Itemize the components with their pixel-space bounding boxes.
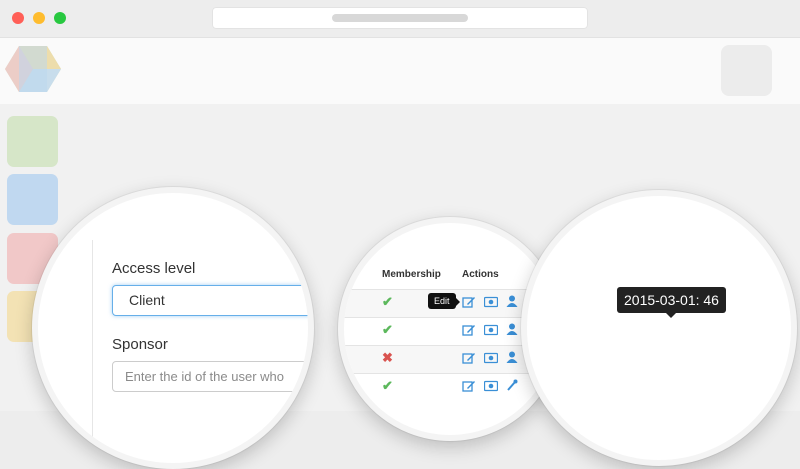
app-header [0,38,800,104]
user-icon[interactable] [505,295,519,307]
money-icon[interactable] [484,352,498,364]
sponsor-input[interactable]: Enter the id of the user who [112,361,308,392]
money-icon[interactable] [484,380,498,392]
address-bar[interactable] [212,7,588,29]
browser-titlebar [0,0,800,38]
address-placeholder-bar [332,14,468,22]
membership-status-icon: ✔ [382,378,393,393]
app-logo[interactable] [4,44,62,94]
minimize-window-button[interactable] [33,12,45,24]
money-icon[interactable] [484,296,498,308]
actions-column-header: Actions [462,269,499,280]
membership-column-header: Membership [382,269,441,280]
edit-tooltip: Edit [428,293,459,309]
zoom-window-button[interactable] [54,12,66,24]
chart-tooltip: 2015-03-01: 46 [617,287,726,318]
user-menu-button[interactable] [721,45,772,96]
edit-icon[interactable] [462,324,476,336]
membership-status-icon: ✔ [382,294,393,309]
close-window-button[interactable] [12,12,24,24]
money-icon[interactable] [484,324,498,336]
table-row [344,373,554,401]
sponsor-label: Sponsor [112,336,168,353]
user-icon[interactable] [505,323,519,335]
user-icon[interactable] [505,351,519,363]
chart-magnifier: -01-01-01-02-01-03-01-04-01-05-01 2015-0… [521,190,797,466]
edit-icon[interactable] [462,296,476,308]
access-level-select[interactable]: Client [112,285,308,316]
form-divider [92,240,93,440]
membership-status-icon: ✖ [382,350,393,365]
access-level-label: Access level [112,260,196,277]
membership-status-icon: ✔ [382,322,393,337]
key-icon[interactable] [505,379,519,391]
edit-icon[interactable] [462,352,476,364]
form-magnifier: Access level Client Sponsor Enter the id… [32,187,314,469]
edit-icon[interactable] [462,380,476,392]
sidebar-item-1[interactable] [7,116,58,167]
